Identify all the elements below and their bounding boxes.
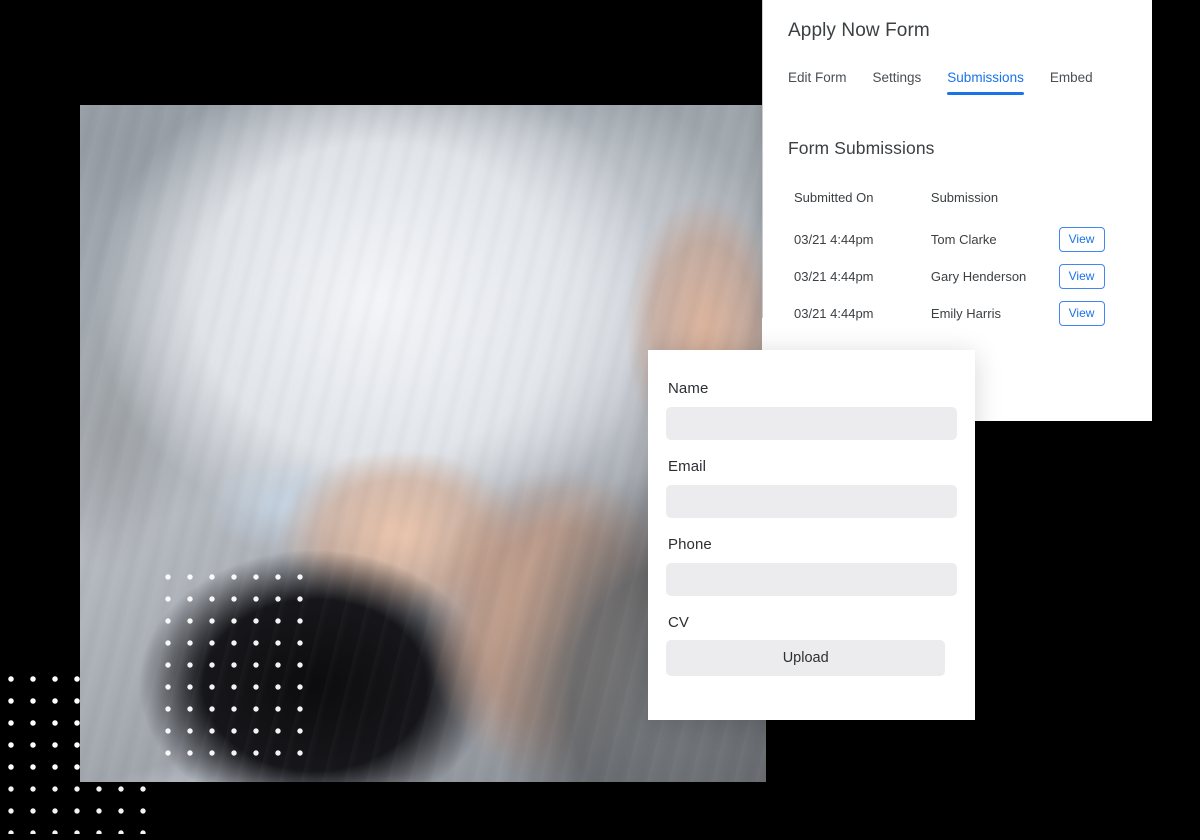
table-row: 03/21 4:44pm Tom Clarke View bbox=[788, 221, 1118, 258]
cell-submitted-on: 03/21 4:44pm bbox=[794, 269, 874, 284]
table-row: 03/21 4:44pm Gary Henderson View bbox=[788, 258, 1118, 295]
column-header-action bbox=[1059, 190, 1118, 221]
tab-submissions[interactable]: Submissions bbox=[947, 70, 1024, 95]
cell-submission: Gary Henderson bbox=[930, 269, 1027, 284]
cell-submission: Emily Harris bbox=[930, 306, 1001, 321]
apply-now-form-card: Name Email Phone CV Upload bbox=[648, 350, 975, 720]
screenshot-stage: Apply Now Form Edit Form Settings Submis… bbox=[0, 0, 1200, 840]
email-field-label: Email bbox=[668, 458, 707, 475]
name-field-label: Name bbox=[668, 380, 709, 397]
table-header-row: Submitted On Submission bbox=[788, 190, 1118, 221]
cv-field-label: CV bbox=[668, 614, 690, 631]
cell-action: View bbox=[1058, 221, 1118, 258]
column-header-submission: Submission bbox=[930, 190, 999, 205]
cell-action: View bbox=[1058, 295, 1118, 332]
phone-field-label: Phone bbox=[668, 536, 712, 553]
view-button[interactable]: View bbox=[1058, 264, 1105, 289]
cell-submitted-on: 03/21 4:44pm bbox=[794, 306, 874, 321]
cell-submission: Tom Clarke bbox=[930, 232, 997, 247]
name-input[interactable] bbox=[666, 407, 957, 440]
upload-button[interactable]: Upload bbox=[666, 640, 946, 676]
view-button[interactable]: View bbox=[1058, 227, 1105, 252]
view-button[interactable]: View bbox=[1058, 301, 1105, 326]
tab-edit-form[interactable]: Edit Form bbox=[788, 70, 847, 95]
cell-submitted-on: 03/21 4:44pm bbox=[794, 232, 874, 247]
tab-embed[interactable]: Embed bbox=[1050, 70, 1093, 95]
submissions-table: Submitted On Submission 03/21 4:44pm Tom… bbox=[788, 190, 1118, 332]
apply-now-form-fields: Name Email Phone CV Upload bbox=[666, 380, 957, 676]
cell-action: View bbox=[1058, 258, 1118, 295]
tab-bar: Edit Form Settings Submissions Embed bbox=[788, 70, 1093, 95]
table-body: 03/21 4:44pm Tom Clarke View 03/21 4:44p… bbox=[788, 221, 1118, 332]
tab-settings[interactable]: Settings bbox=[873, 70, 922, 95]
table-row: 03/21 4:44pm Emily Harris View bbox=[788, 295, 1118, 332]
section-heading: Form Submissions bbox=[788, 138, 935, 158]
page-title: Apply Now Form bbox=[788, 20, 930, 41]
email-input[interactable] bbox=[666, 485, 957, 518]
panel-left-rail bbox=[762, 0, 763, 318]
phone-input[interactable] bbox=[666, 563, 957, 596]
table-head: Submitted On Submission bbox=[788, 190, 1118, 221]
column-header-submitted-on: Submitted On bbox=[794, 190, 874, 205]
